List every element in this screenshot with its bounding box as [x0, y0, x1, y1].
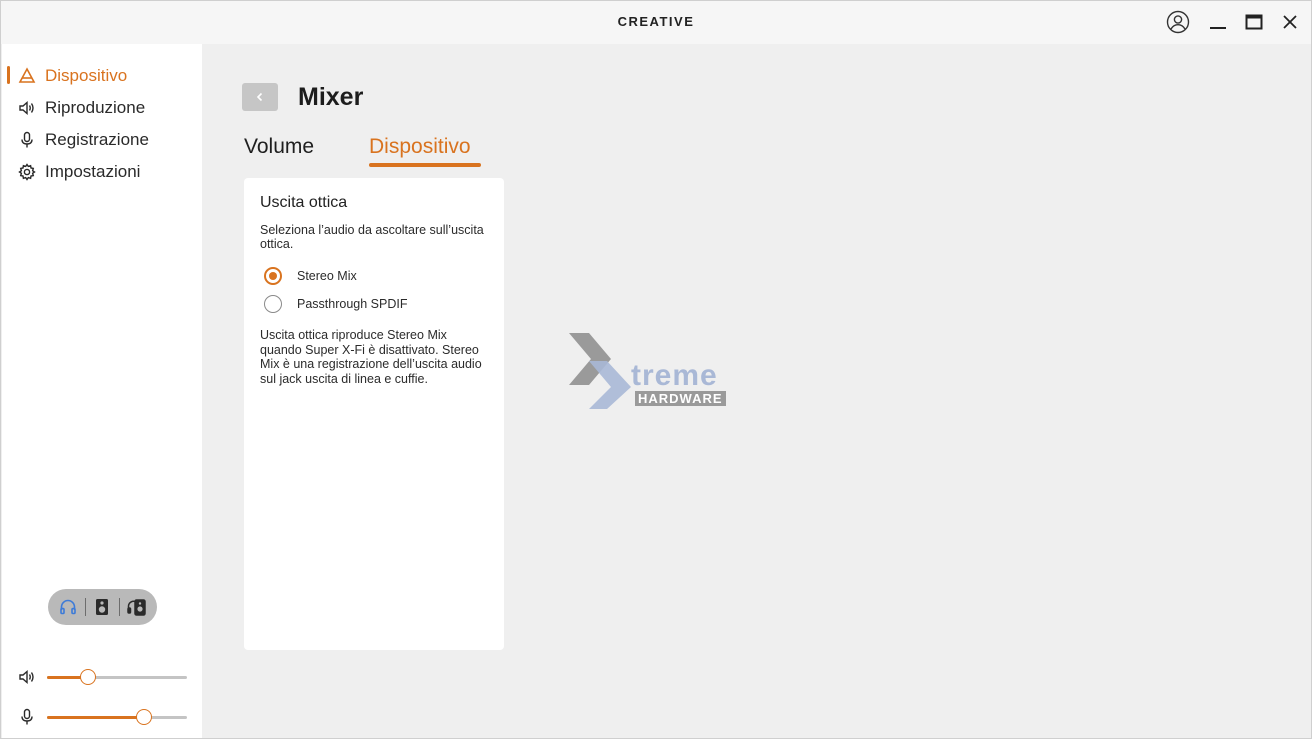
sidebar-item-label: Impostazioni	[45, 162, 141, 181]
output-combo-button[interactable]	[126, 596, 148, 618]
card-title: Uscita ottica	[260, 194, 348, 211]
back-button[interactable]	[242, 83, 278, 111]
minimize-button[interactable]	[1205, 9, 1231, 35]
optical-output-card: Uscita ottica Seleziona l’audio da ascol…	[244, 178, 504, 650]
close-button[interactable]	[1277, 9, 1303, 35]
device-icon	[18, 67, 36, 83]
tab-dispositivo[interactable]: Dispositivo	[369, 135, 471, 159]
volume-slider-row	[2, 665, 202, 689]
chevron-left-icon	[256, 92, 263, 102]
radio-button-checked[interactable]	[264, 267, 282, 285]
speaker-box-icon	[96, 599, 109, 615]
mic-slider-row	[2, 705, 202, 729]
watermark-text: treme	[631, 359, 718, 392]
sidebar-item-label: Registrazione	[45, 130, 149, 149]
close-icon	[1283, 15, 1297, 29]
radio-stereo-mix[interactable]: Stereo Mix	[264, 266, 357, 286]
radio-button-unchecked[interactable]	[264, 295, 282, 313]
gear-icon	[18, 163, 36, 181]
sidebar: Dispositivo Riproduzione Registrazione I…	[2, 44, 202, 738]
divider	[84, 598, 86, 616]
output-headphones-button[interactable]	[57, 596, 79, 618]
app-window: CREATIVE Dispositivo Riproduzione Regist…	[0, 0, 1312, 739]
sidebar-item-label: Riproduzione	[45, 98, 146, 117]
output-mode-toggle	[48, 589, 157, 625]
account-button[interactable]	[1165, 9, 1191, 35]
card-note: Uscita ottica riproduce Stereo Mix quand…	[260, 328, 482, 386]
page-title: Mixer	[298, 83, 364, 111]
radio-passthrough-spdif[interactable]: Passthrough SPDIF	[264, 294, 407, 314]
headphones-icon	[60, 599, 76, 615]
mic-slider-fill	[47, 716, 144, 719]
microphone-icon	[21, 708, 33, 725]
divider	[119, 598, 121, 616]
maximize-button[interactable]	[1241, 9, 1267, 35]
volume-slider[interactable]	[47, 669, 187, 685]
brand-logo: CREATIVE	[617, 14, 695, 29]
sidebar-item-label: Dispositivo	[45, 66, 128, 85]
minimize-icon	[1210, 27, 1226, 29]
radio-label: Stereo Mix	[297, 269, 357, 283]
active-tab-underline	[369, 163, 481, 167]
watermark-logo: treme HARDWARE	[567, 331, 751, 411]
radio-label: Passthrough SPDIF	[297, 297, 408, 311]
mic-slider-thumb[interactable]	[135, 709, 152, 725]
active-indicator	[7, 66, 10, 84]
speaker-icon	[19, 100, 34, 116]
volume-icon	[19, 669, 34, 685]
watermark-subtext: HARDWARE	[635, 391, 726, 406]
maximize-icon	[1245, 14, 1263, 30]
user-icon	[1166, 10, 1190, 34]
sidebar-item-impostazioni[interactable]: Impostazioni	[2, 157, 202, 185]
mic-slider[interactable]	[47, 709, 187, 725]
tab-volume[interactable]: Volume	[244, 135, 314, 159]
sidebar-item-dispositivo[interactable]: Dispositivo	[2, 61, 202, 89]
volume-slider-thumb[interactable]	[79, 669, 96, 685]
output-speaker-button[interactable]	[91, 596, 113, 618]
headphones-speaker-icon	[127, 599, 146, 616]
microphone-icon	[21, 131, 33, 148]
title-bar: CREATIVE	[1, 1, 1311, 44]
sidebar-item-riproduzione[interactable]: Riproduzione	[2, 93, 202, 121]
card-description: Seleziona l’audio da ascoltare sull’usci…	[260, 223, 484, 251]
sidebar-item-registrazione[interactable]: Registrazione	[2, 125, 202, 153]
